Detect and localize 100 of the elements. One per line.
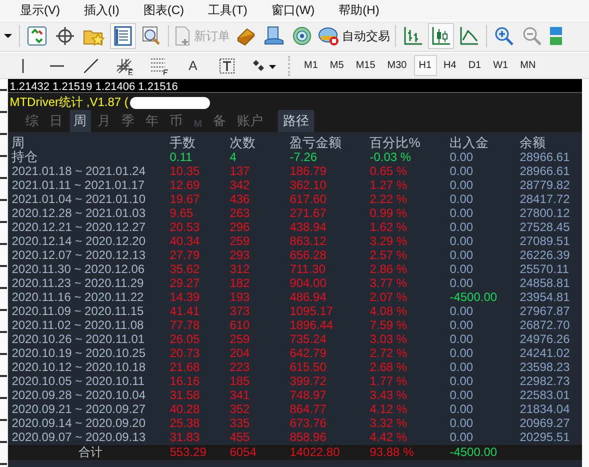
table-cell-text: 182 xyxy=(230,276,251,290)
table-cell-text: 31.83 xyxy=(170,430,201,444)
table-cell-text: 0.00 xyxy=(450,178,474,192)
vertical-line-icon[interactable] xyxy=(21,58,25,72)
table-cell-text: 342 xyxy=(230,178,251,192)
timeframe-button[interactable]: M1 xyxy=(299,55,323,76)
table-cell-text: 0.00 xyxy=(450,192,474,206)
period-cell-text: 2020.10.05 ~ 2020.10.11 xyxy=(12,374,146,388)
table-cell-text: -4500.00 xyxy=(450,445,498,460)
table-cell-text: 28966.61 xyxy=(520,150,571,164)
grid-lines-icon[interactable] xyxy=(150,56,168,74)
timeframe-button[interactable]: D1 xyxy=(463,55,486,76)
table-cell-text: 0.00 xyxy=(450,374,474,388)
table-cell-text: 26872.70 xyxy=(520,318,571,332)
trend-line-icon[interactable] xyxy=(84,58,98,72)
table-cell-text: 9.65 xyxy=(170,206,194,220)
period-cell-text: 2020.09.14 ~ 2020.09.20 xyxy=(12,416,146,430)
menu-item[interactable]: 帮助(H) xyxy=(338,0,390,20)
toolbar-button[interactable]: 自动交易 xyxy=(316,24,392,48)
candlestick-icon xyxy=(431,26,451,46)
table-cell-text: 26.05 xyxy=(170,332,201,346)
period-cell-text: 2020.09.21 ~ 2020.09.27 xyxy=(12,402,146,416)
table-cell-text: 25570.11 xyxy=(520,262,570,276)
table-cell-text: 12.69 xyxy=(170,178,201,192)
timeframe-button[interactable]: M5 xyxy=(324,55,349,76)
table-cell-text: 27528.45 xyxy=(520,220,571,234)
menu-item[interactable]: 工具(T) xyxy=(208,0,258,20)
table-cell-text: 2.57 % xyxy=(370,248,408,262)
timeframe-button[interactable]: H1 xyxy=(414,55,437,76)
period-cell-text: 2020.10.26 ~ 2020.11.01 xyxy=(12,332,146,346)
period-cell-text: 2020.11.02 ~ 2020.11.08 xyxy=(12,318,145,332)
pressed-toolbar-button[interactable] xyxy=(428,23,454,49)
horizontal-line-icon[interactable] xyxy=(50,64,64,68)
table-cell-text: 22982.73 xyxy=(520,374,571,388)
table-cell-text: 1.77 % xyxy=(370,374,408,388)
table-cell-text: 904.00 xyxy=(290,276,328,290)
table-cell-text: 29.27 xyxy=(170,276,201,290)
magnifier-chart-icon[interactable] xyxy=(141,26,161,46)
table-cell-text: 3.29 % xyxy=(370,234,408,248)
table-cell-text: 185 xyxy=(230,374,251,388)
table-cell-text: 0.00 xyxy=(450,262,474,276)
tab[interactable]: 周 xyxy=(70,110,91,132)
period-cell-text: 2020.12.14 ~ 2020.12.20 xyxy=(12,234,146,248)
document-plus-icon xyxy=(174,26,192,46)
table-cell-text: 2.68 % xyxy=(370,360,408,374)
zoom-in-icon[interactable] xyxy=(494,26,514,46)
table-cell-text: 3.77 % xyxy=(370,276,408,290)
pressed-toolbar-button[interactable] xyxy=(110,23,136,49)
table-cell-text: 438.94 xyxy=(290,220,328,234)
table-cell-text: 352 xyxy=(230,402,251,416)
period-cell-text: 2020.12.21 ~ 2020.12.27 xyxy=(12,220,146,234)
table-cell-text: 362.10 xyxy=(290,178,328,192)
path-button[interactable]: 路径 xyxy=(278,110,314,132)
chart-icon[interactable] xyxy=(27,26,47,46)
timeframe-button[interactable]: M30 xyxy=(382,55,412,76)
table-cell-text: 296 xyxy=(230,220,251,234)
fan-lines-icon[interactable] xyxy=(116,56,134,74)
table-cell-text: 373 xyxy=(230,304,251,318)
table-cell-text: 259 xyxy=(230,234,251,248)
table-cell-text: 24241.02 xyxy=(520,346,571,360)
table-cell-text: 31.58 xyxy=(170,388,201,402)
crosshair-icon[interactable] xyxy=(55,26,75,46)
table-cell-text: 0.00 xyxy=(450,346,474,360)
tiles-icon[interactable] xyxy=(550,26,562,46)
period-cell-text: 合计 xyxy=(78,445,104,460)
table-cell-text: 4.12 % xyxy=(370,402,408,416)
menu-item[interactable]: 图表(C) xyxy=(143,0,194,20)
table-cell-text: 263 xyxy=(230,206,251,220)
table-cell-text: 0.00 xyxy=(450,276,474,290)
table-cell-text: 617.60 xyxy=(290,192,328,206)
menu-item[interactable]: 窗口(W) xyxy=(271,0,325,20)
table-cell-text: 4 xyxy=(230,150,238,164)
table-cell-text: 0.00 xyxy=(450,402,474,416)
table-cell-text: 24976.26 xyxy=(520,332,571,346)
table-cell-text: 610 xyxy=(230,318,251,332)
bar-chart-icon[interactable] xyxy=(403,26,423,46)
text-label-icon[interactable] xyxy=(219,58,235,74)
zoom-out-icon[interactable] xyxy=(522,26,542,46)
table-cell-text: 26226.39 xyxy=(520,248,571,262)
menu-item[interactable]: 插入(I) xyxy=(84,0,130,20)
timeframe-button[interactable]: W1 xyxy=(488,55,514,76)
table-cell-text: 20295.51 xyxy=(520,430,571,444)
table-cell-text: 0.00 xyxy=(450,164,474,178)
timeframe-button[interactable]: H4 xyxy=(438,55,462,76)
timeframe-button[interactable]: M15 xyxy=(350,55,380,76)
table-cell-text: 28966.61 xyxy=(520,164,571,178)
table-cell-text: 23598.23 xyxy=(520,360,571,374)
table-cell-text: 0.11 xyxy=(170,150,194,164)
caret-icon[interactable] xyxy=(4,33,12,39)
timeframe-button[interactable]: MN xyxy=(515,55,541,76)
table-cell-text: 21.68 xyxy=(170,360,201,374)
menu-item[interactable]: 显示(V) xyxy=(20,0,70,20)
table-cell-text: 93.88 % xyxy=(370,445,415,460)
table-cell-text: 1896.44 xyxy=(290,318,334,332)
table-cell-text: 7.59 % xyxy=(370,318,408,332)
line-chart-icon[interactable] xyxy=(459,26,479,46)
table-cell-text: 615.50 xyxy=(290,360,328,374)
text-tool[interactable]: A xyxy=(188,58,198,73)
period-cell-text: 2020.10.12 ~ 2020.10.18 xyxy=(12,360,146,374)
arrows-icon[interactable] xyxy=(252,58,276,72)
